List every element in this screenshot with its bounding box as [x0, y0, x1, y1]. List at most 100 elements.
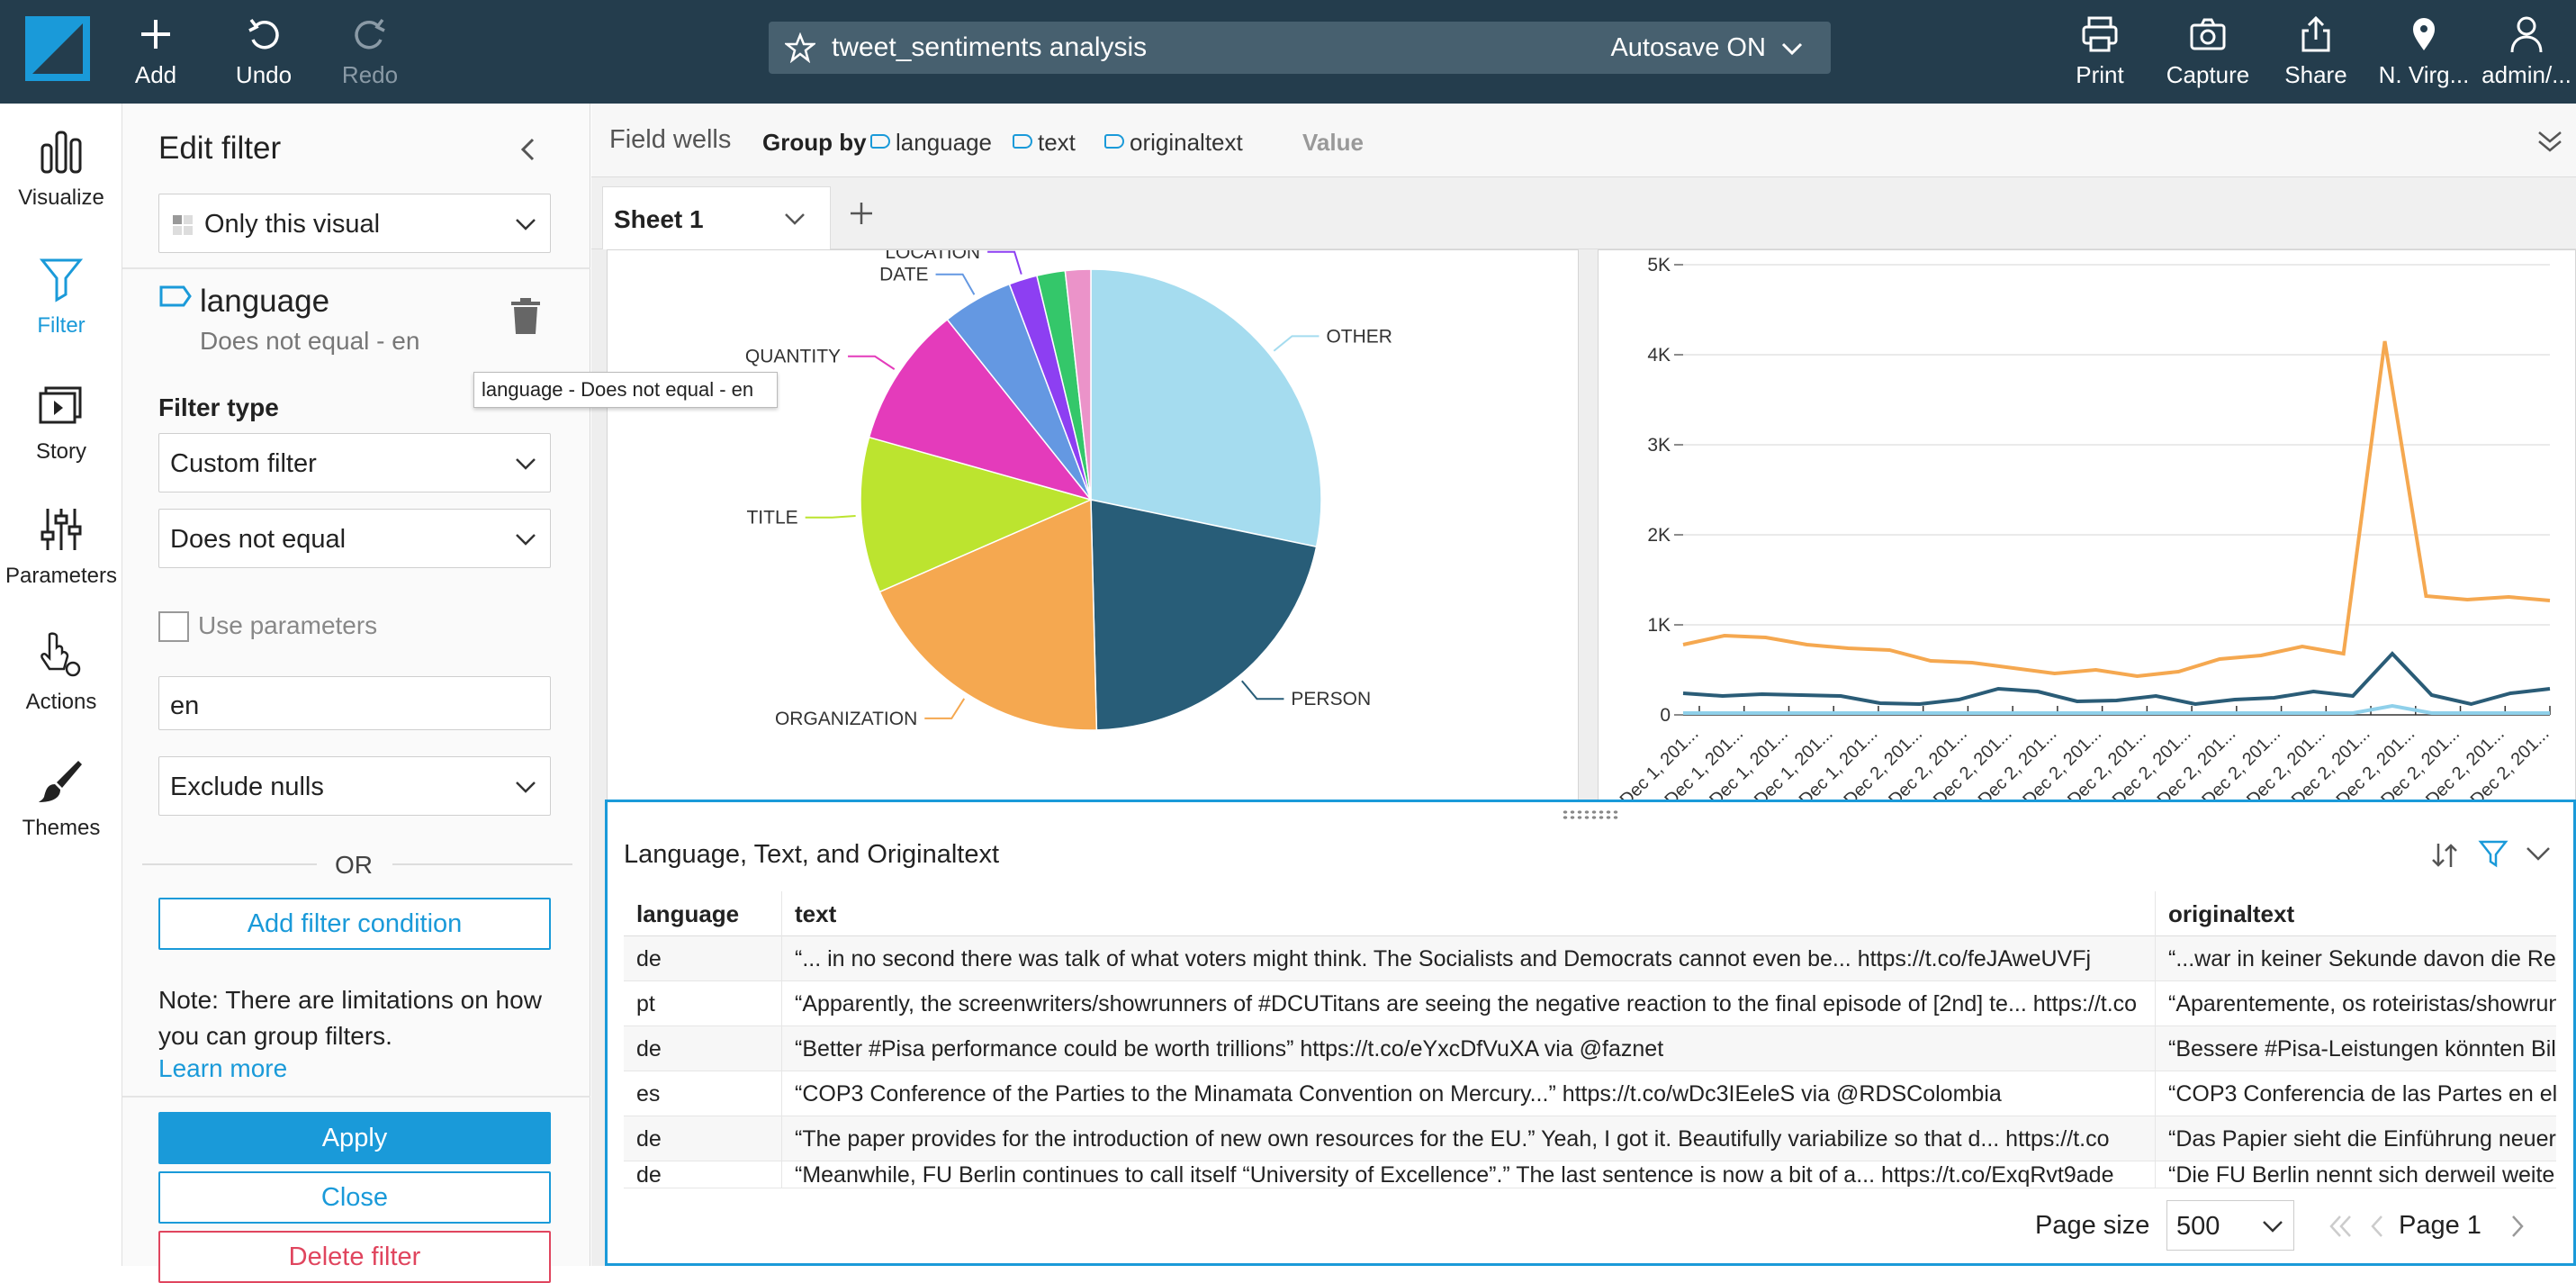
- analysis-title-bar[interactable]: tweet_sentiments analysis Autosave ON: [769, 22, 1831, 74]
- value-well[interactable]: Value: [1302, 129, 1364, 157]
- panel-title: Edit filter: [158, 131, 282, 166]
- cell-text: “... in no second there was talk of what…: [782, 936, 2156, 981]
- previous-page-icon[interactable]: [2368, 1213, 2386, 1240]
- cell-text: “The paper provides for the introduction…: [782, 1116, 2156, 1161]
- table-row[interactable]: de “Meanwhile, FU Berlin continues to ca…: [624, 1161, 2556, 1188]
- capture-button[interactable]: Capture: [2158, 9, 2257, 95]
- cell-language: pt: [624, 981, 782, 1026]
- collapse-panel-icon[interactable]: [515, 134, 542, 165]
- nulls-value: Exclude nulls: [170, 773, 324, 801]
- pie-leader-line: [1241, 680, 1284, 700]
- autosave-toggle[interactable]: Autosave ON: [1610, 33, 1804, 63]
- print-button[interactable]: Print: [2050, 9, 2149, 95]
- undo-button[interactable]: Undo: [214, 9, 313, 95]
- pie-slice[interactable]: [1090, 268, 1322, 548]
- use-parameters-label: Use parameters: [198, 611, 378, 639]
- top-toolbar: Add Undo Redo tweet_sentiments analysis …: [0, 0, 2576, 104]
- swap-axes-icon[interactable]: [2429, 840, 2460, 871]
- column-header-text[interactable]: text: [782, 891, 2156, 936]
- use-parameters-checkbox[interactable]: [158, 611, 189, 642]
- pie-slice-label: QUANTITY: [745, 347, 841, 367]
- trash-icon[interactable]: [509, 298, 542, 336]
- learn-more-link[interactable]: Learn more: [158, 1054, 287, 1083]
- share-icon: [2301, 15, 2330, 52]
- next-page-icon[interactable]: [2508, 1213, 2526, 1240]
- page-size-select[interactable]: 500: [2166, 1200, 2294, 1251]
- table-title: Language, Text, and Originaltext: [624, 840, 1000, 869]
- chevron-down-icon: [2263, 1221, 2283, 1233]
- table-row[interactable]: es “COP3 Conference of the Parties to th…: [624, 1071, 2556, 1116]
- pie-slice-label: LOCATION: [885, 250, 980, 263]
- rail-parameters[interactable]: Parameters: [0, 505, 122, 589]
- pie-leader-line: [1273, 335, 1320, 352]
- star-icon[interactable]: [785, 32, 815, 63]
- share-button[interactable]: Share: [2266, 9, 2365, 95]
- series-line[interactable]: [1682, 340, 2551, 679]
- operator-select[interactable]: Does not equal: [158, 509, 551, 568]
- field-wells-bar[interactable]: Field wells Group by language text origi…: [591, 104, 2576, 177]
- drag-handle[interactable]: [1562, 809, 1619, 820]
- pie-leader-line: [987, 250, 1022, 275]
- group-by-field-language[interactable]: language: [870, 129, 992, 157]
- filter-type-select[interactable]: Custom filter: [158, 433, 551, 492]
- add-button[interactable]: Add: [106, 9, 205, 95]
- rail-actions[interactable]: Actions: [0, 631, 122, 715]
- field-tag-icon: [1013, 134, 1032, 149]
- rail-themes[interactable]: Themes: [0, 757, 122, 841]
- expand-field-wells-icon[interactable]: [2535, 127, 2564, 156]
- table-header: language text originaltext: [624, 891, 2556, 936]
- series-line[interactable]: [1683, 703, 2550, 715]
- column-header-language[interactable]: language: [624, 891, 782, 936]
- edit-filter-panel: Edit filter Only this visual language Do…: [122, 104, 590, 1283]
- line-chart-visual[interactable]: 0 1K 2K 3K 4K 5K Dec 1, 201... Dec 1, 201... Dec…: [1598, 249, 2576, 885]
- scope-select[interactable]: Only this visual: [158, 194, 551, 253]
- table-row[interactable]: pt “Apparently, the screenwriters/showru…: [624, 981, 2556, 1026]
- column-header-originaltext[interactable]: originaltext: [2156, 891, 2556, 936]
- nulls-select[interactable]: Exclude nulls: [158, 756, 551, 816]
- add-filter-condition-button[interactable]: Add filter condition: [158, 898, 551, 950]
- series-line[interactable]: [1682, 651, 2551, 707]
- rail-themes-label: Themes: [22, 816, 101, 840]
- table-row[interactable]: de “The paper provides for the introduct…: [624, 1116, 2556, 1161]
- group-by-field-originaltext[interactable]: originaltext: [1104, 129, 1243, 157]
- rail-filter[interactable]: Filter: [0, 255, 122, 339]
- delete-filter-button[interactable]: Delete filter: [158, 1231, 551, 1283]
- rail-filter-label: Filter: [37, 313, 86, 338]
- close-button[interactable]: Close: [158, 1171, 551, 1224]
- user-menu-button[interactable]: admin/...: [2477, 9, 2576, 95]
- table-visual[interactable]: Language, Text, and Originaltext languag…: [605, 800, 2576, 1266]
- region-button[interactable]: N. Virg...: [2374, 9, 2473, 95]
- sliders-icon: [41, 509, 82, 550]
- pie-chart-visual[interactable]: OTHER PERSON ORGANIZATION TITLE QUANTITY DATE…: [607, 242, 1580, 886]
- pie-leader-line: [848, 355, 896, 370]
- camera-icon: [2190, 18, 2226, 50]
- autosave-label: Autosave ON: [1610, 33, 1766, 62]
- filter-value-input[interactable]: en: [158, 676, 551, 730]
- visual-menu-chevron-icon[interactable]: [2525, 842, 2552, 865]
- field-wells-label[interactable]: Field wells: [609, 125, 731, 155]
- cell-text: “Better #Pisa performance could be worth…: [782, 1026, 2156, 1071]
- table-row[interactable]: de “Better #Pisa performance could be wo…: [624, 1026, 2556, 1071]
- line-chart[interactable]: 01K2K3K4K5KDec 1, 201...Dec 1, 201...Dec…: [1599, 250, 2576, 886]
- pie-slice-label: ORGANIZATION: [775, 709, 917, 729]
- rail-visualize[interactable]: Visualize: [0, 127, 122, 211]
- app-logo[interactable]: [25, 16, 90, 81]
- cell-originaltext: “Aparentemente, os roteiristas/showrunn: [2168, 991, 2556, 1016]
- field-language-label: language: [896, 129, 992, 156]
- table-row[interactable]: de “... in no second there was talk of w…: [624, 936, 2556, 981]
- add-sheet-icon[interactable]: [845, 197, 878, 230]
- filter-active-icon[interactable]: [2478, 838, 2508, 869]
- first-page-icon[interactable]: [2327, 1213, 2354, 1240]
- rail-story[interactable]: Story: [0, 381, 122, 465]
- chevron-down-icon: [1781, 42, 1803, 56]
- redo-button[interactable]: Redo: [320, 9, 419, 95]
- tab-sheet-1[interactable]: Sheet 1: [602, 186, 831, 249]
- chevron-down-icon[interactable]: [783, 209, 806, 229]
- apply-button[interactable]: Apply: [158, 1112, 551, 1164]
- pie-chart[interactable]: OTHER PERSON ORGANIZATION TITLE QUANTITY DATE…: [608, 242, 1580, 886]
- group-by-field-text[interactable]: text: [1013, 129, 1076, 157]
- pie-slice-label: OTHER: [1326, 326, 1392, 347]
- y-tick-label: 3K: [1647, 435, 1671, 456]
- filter-field-name: language: [200, 284, 330, 319]
- analysis-title[interactable]: tweet_sentiments analysis: [832, 32, 1147, 63]
